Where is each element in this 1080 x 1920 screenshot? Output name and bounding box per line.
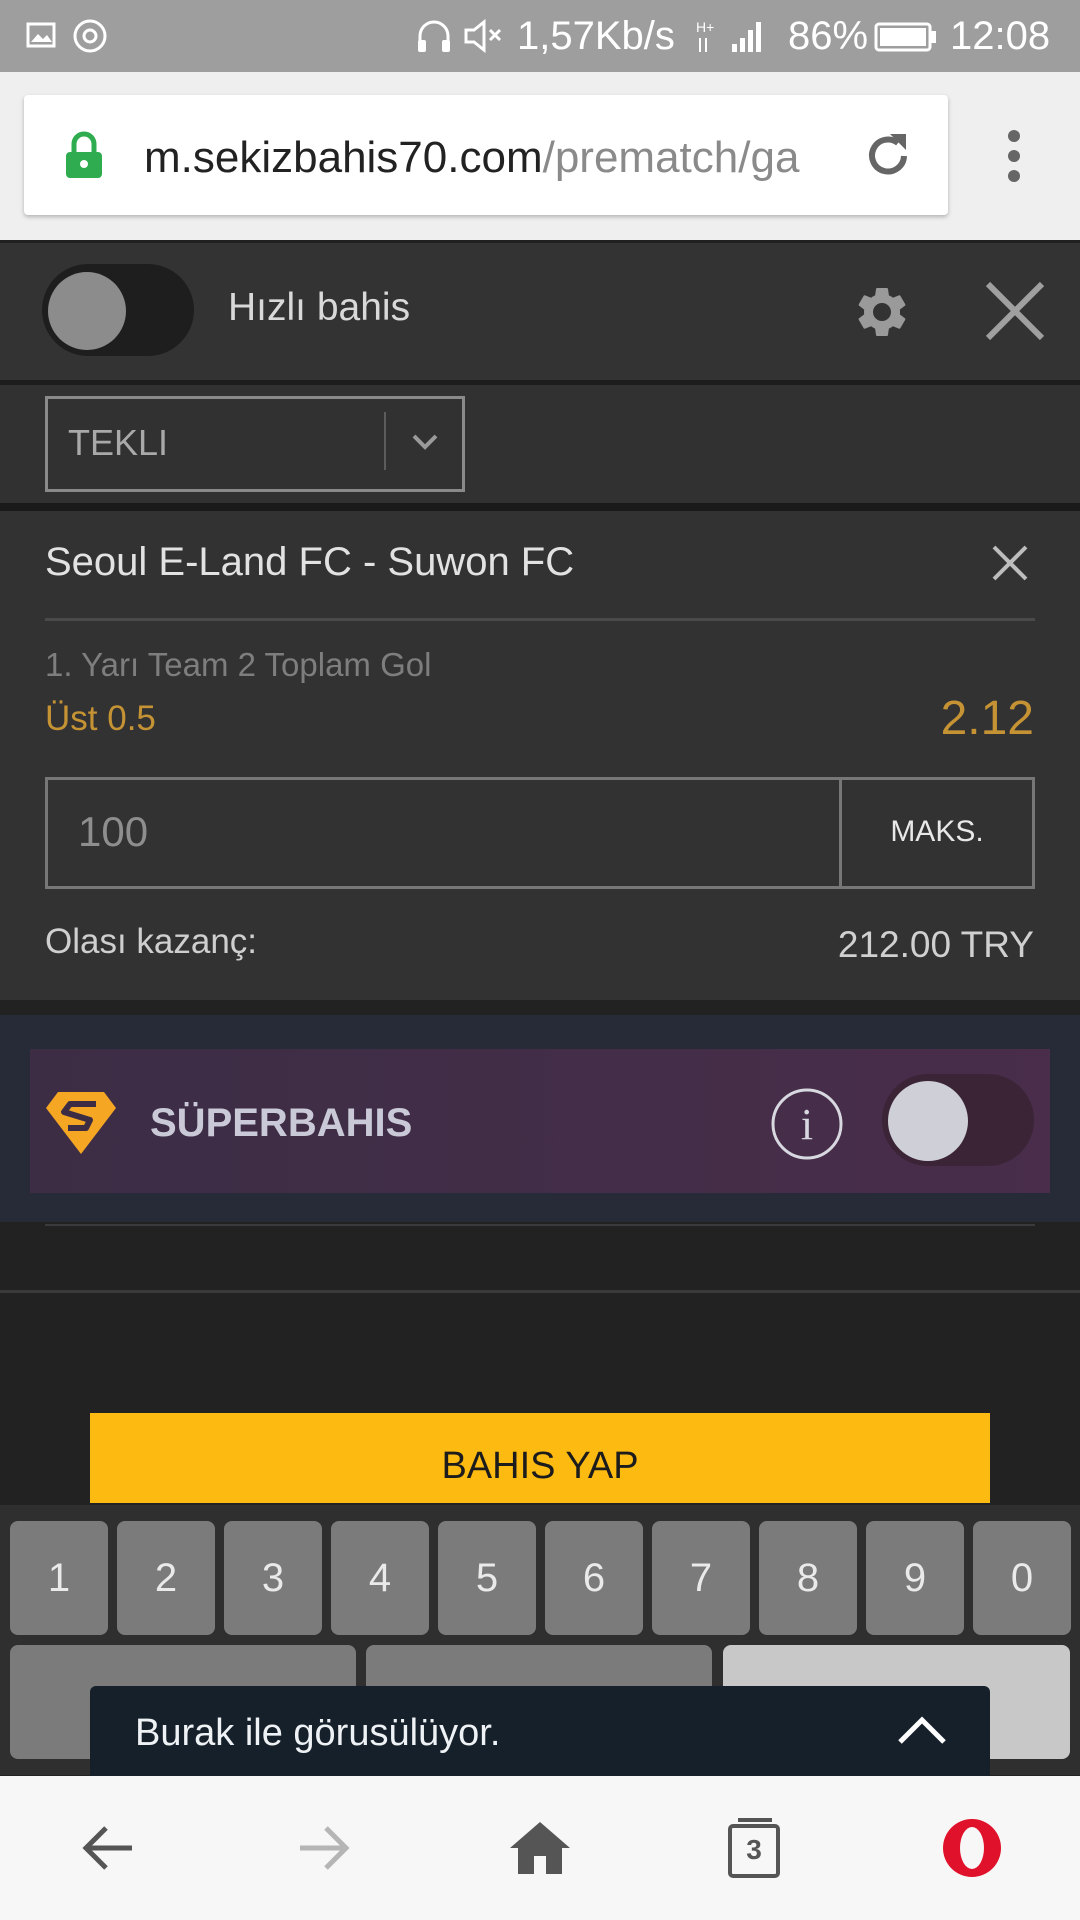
remove-bet-icon[interactable] — [990, 543, 1030, 583]
possible-win-value: 212.00 TRY — [837, 924, 1034, 965]
selection-name: Üst 0.5 — [45, 699, 156, 738]
opera-menu-icon[interactable] — [940, 1816, 1004, 1880]
key-3[interactable]: 3 — [224, 1521, 322, 1635]
info-icon[interactable]: i — [770, 1087, 844, 1161]
divider — [45, 1224, 1035, 1226]
lock-icon — [66, 131, 102, 178]
key-6[interactable]: 6 — [545, 1521, 643, 1635]
tab-count: 3 — [746, 1834, 762, 1865]
quick-bet-toggle[interactable] — [42, 264, 194, 356]
gear-icon[interactable] — [852, 282, 912, 342]
bet-type-value: TEKLI — [68, 422, 169, 463]
select-divider — [384, 412, 386, 470]
reload-icon[interactable] — [860, 128, 916, 184]
key-5[interactable]: 5 — [438, 1521, 536, 1635]
image-icon — [26, 22, 56, 48]
key-2[interactable]: 2 — [117, 1521, 215, 1635]
match-title: Seoul E-Land FC - Suwon FC — [45, 540, 575, 584]
superbet-label: SÜPERBAHIS — [150, 1101, 413, 1145]
battery-percent: 86% — [788, 14, 869, 58]
possible-win-label: Olası kazanç: — [45, 922, 258, 961]
chevron-up-icon[interactable] — [896, 1714, 948, 1746]
market-name: 1. Yarı Team 2 Toplam Gol — [45, 646, 432, 683]
chevron-down-icon[interactable] — [410, 430, 440, 454]
svg-text:H+: H+ — [696, 19, 714, 35]
odds-value: 2.12 — [940, 692, 1034, 745]
tabs-button[interactable]: 3 — [728, 1818, 784, 1880]
url-host: m.sekizbahis70.com — [144, 133, 543, 182]
status-bar: 1,57Kb/s H+ 86% 12:08 — [0, 0, 1080, 72]
forward-arrow-icon[interactable] — [296, 1822, 352, 1874]
url-path: /prematch/ga — [542, 133, 800, 182]
divider — [0, 503, 1080, 511]
back-arrow-icon[interactable] — [80, 1822, 136, 1874]
sync-icon — [73, 19, 107, 53]
superbet-logo-icon — [46, 1092, 116, 1154]
network-speed: 1,57Kb/s — [517, 14, 675, 58]
key-1[interactable]: 1 — [10, 1521, 108, 1635]
stake-value: 100 — [78, 808, 149, 855]
menu-dots-icon[interactable] — [1002, 126, 1026, 186]
mute-icon — [464, 18, 502, 54]
close-icon[interactable] — [984, 280, 1046, 342]
svg-text:i: i — [801, 1100, 813, 1149]
battery-icon — [874, 22, 936, 52]
key-4[interactable]: 4 — [331, 1521, 429, 1635]
home-icon[interactable] — [508, 1818, 572, 1876]
divider — [45, 618, 1035, 621]
clock: 12:08 — [950, 14, 1051, 58]
key-9[interactable]: 9 — [866, 1521, 964, 1635]
divider — [0, 1290, 1080, 1293]
headphones-icon — [418, 20, 450, 52]
key-7[interactable]: 7 — [652, 1521, 750, 1635]
max-stake-button[interactable]: MAKS. — [842, 815, 1032, 849]
key-0[interactable]: 0 — [973, 1521, 1071, 1635]
url-text[interactable]: m.sekizbahis70.com/prematch/ga — [144, 130, 829, 186]
superbet-toggle[interactable] — [882, 1074, 1034, 1166]
quick-bet-label: Hızlı bahis — [228, 286, 411, 329]
chat-toast-text: Burak ile görusülüyor. — [135, 1712, 501, 1754]
place-bet-label: BAHIS YAP — [441, 1445, 639, 1487]
signal-icon: H+ — [696, 19, 761, 52]
key-8[interactable]: 8 — [759, 1521, 857, 1635]
